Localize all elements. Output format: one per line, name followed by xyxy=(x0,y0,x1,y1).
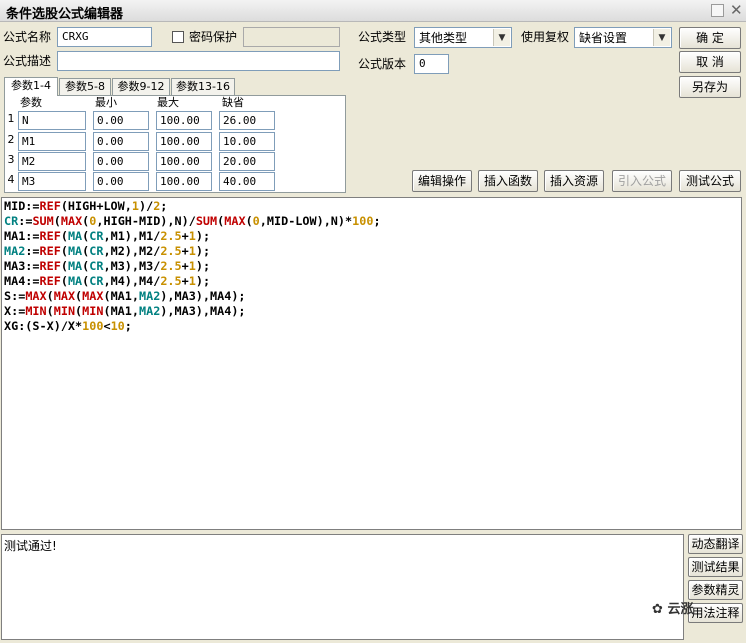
code-line: X:=MIN(MIN(MIN(MA1,MA2),MA3),MA4); xyxy=(4,304,246,318)
usage-notes-button[interactable]: 用法注释 xyxy=(688,603,743,623)
code-line: MA3:=REF(MA(CR,M3),M3/2.5+1); xyxy=(4,259,211,273)
param-max-input[interactable]: 100.00 xyxy=(156,152,212,171)
formula-type-value: 其他类型 xyxy=(419,31,468,45)
formula-desc-input[interactable] xyxy=(57,51,340,71)
close-icon[interactable]: ✕ xyxy=(730,1,743,19)
insert-resource-button[interactable]: 插入资源 xyxy=(544,170,604,192)
code-line: MA2:=REF(MA(CR,M2),M2/2.5+1); xyxy=(4,244,211,258)
formula-code-editor[interactable]: MID:=REF(HIGH+LOW,1)/2; CR:=SUM(MAX(0,HIG… xyxy=(1,197,742,530)
param-row-number: 4 xyxy=(7,173,15,186)
param-name-input[interactable]: M1 xyxy=(18,132,86,151)
code-line: XG:(S-X)/X*100<10; xyxy=(4,319,132,333)
param-max-input[interactable]: 100.00 xyxy=(156,111,212,130)
tab-params-9-12[interactable]: 参数9-12 xyxy=(112,78,170,95)
param-max-input[interactable]: 100.00 xyxy=(156,172,212,191)
param-row-number: 2 xyxy=(7,133,15,146)
param-name-input[interactable]: M2 xyxy=(18,152,86,171)
formula-type-select[interactable]: 其他类型 ▼ xyxy=(414,27,512,48)
dynamic-translate-button[interactable]: 动态翻译 xyxy=(688,534,743,554)
save-as-button[interactable]: 另存为 xyxy=(679,76,741,98)
watermark: ✿ 云涨 xyxy=(652,598,693,617)
window-title: 条件选股公式编辑器 xyxy=(6,7,124,22)
test-results-button[interactable]: 测试结果 xyxy=(688,557,743,577)
param-min-input[interactable]: 0.00 xyxy=(93,111,149,130)
param-default-input[interactable]: 10.00 xyxy=(219,132,275,151)
password-label: 密码保护 xyxy=(189,30,238,44)
rights-label: 使用复权 xyxy=(521,30,570,44)
insert-function-button[interactable]: 插入函数 xyxy=(478,170,538,192)
param-name-input[interactable]: M3 xyxy=(18,172,86,191)
tab-params-13-16[interactable]: 参数13-16 xyxy=(171,78,235,95)
maximize-icon[interactable] xyxy=(711,4,724,17)
ok-button[interactable]: 确 定 xyxy=(679,27,741,49)
tab-params-5-8[interactable]: 参数5-8 xyxy=(59,78,111,95)
param-name-header: 参数 xyxy=(20,96,42,109)
test-status-message: 测试通过! xyxy=(4,539,57,553)
test-output-area[interactable] xyxy=(1,534,684,640)
param-min-input[interactable]: 0.00 xyxy=(93,132,149,151)
wechat-icon: ✿ xyxy=(652,602,663,617)
test-formula-button[interactable]: 测试公式 xyxy=(679,170,741,192)
param-max-input[interactable]: 100.00 xyxy=(156,132,212,151)
param-default-input[interactable]: 26.00 xyxy=(219,111,275,130)
rights-select[interactable]: 缺省设置 ▼ xyxy=(574,27,672,48)
formula-desc-label: 公式描述 xyxy=(3,54,52,68)
password-input xyxy=(243,27,340,47)
code-line: MA4:=REF(MA(CR,M4),M4/2.5+1); xyxy=(4,274,211,288)
param-min-header: 最小 xyxy=(95,96,117,109)
param-name-input[interactable]: N xyxy=(18,111,86,130)
param-row-number: 1 xyxy=(7,112,15,125)
password-checkbox[interactable] xyxy=(172,31,184,43)
param-default-input[interactable]: 40.00 xyxy=(219,172,275,191)
formula-type-label: 公式类型 xyxy=(358,30,407,44)
param-wizard-button[interactable]: 参数精灵 xyxy=(688,580,743,600)
cancel-button[interactable]: 取 消 xyxy=(679,51,741,73)
import-formula-button[interactable]: 引入公式 xyxy=(612,170,672,192)
code-line: MID:=REF(HIGH+LOW,1)/2; xyxy=(4,199,168,213)
tab-params-1-4[interactable]: 参数1-4 xyxy=(4,77,58,96)
param-min-input[interactable]: 0.00 xyxy=(93,152,149,171)
formula-version-input[interactable]: 0 xyxy=(414,54,449,74)
param-min-input[interactable]: 0.00 xyxy=(93,172,149,191)
param-default-input[interactable]: 20.00 xyxy=(219,152,275,171)
chevron-down-icon[interactable]: ▼ xyxy=(653,29,670,46)
formula-name-label: 公式名称 xyxy=(3,30,52,44)
code-line: CR:=SUM(MAX(0,HIGH-MID),N)/SUM(MAX(0,MID… xyxy=(4,214,381,228)
edit-operations-button[interactable]: 编辑操作 xyxy=(412,170,472,192)
formula-version-label: 公式版本 xyxy=(358,57,407,71)
rights-value: 缺省设置 xyxy=(579,31,628,45)
code-line: S:=MAX(MAX(MAX(MA1,MA2),MA3),MA4); xyxy=(4,289,246,303)
chevron-down-icon[interactable]: ▼ xyxy=(493,29,510,46)
formula-name-input[interactable]: CRXG xyxy=(57,27,152,47)
watermark-text: 云涨 xyxy=(667,602,694,617)
param-max-header: 最大 xyxy=(157,96,179,109)
code-line: MA1:=REF(MA(CR,M1),M1/2.5+1); xyxy=(4,229,211,243)
param-default-header: 缺省 xyxy=(222,96,244,109)
param-row-number: 3 xyxy=(7,153,15,166)
